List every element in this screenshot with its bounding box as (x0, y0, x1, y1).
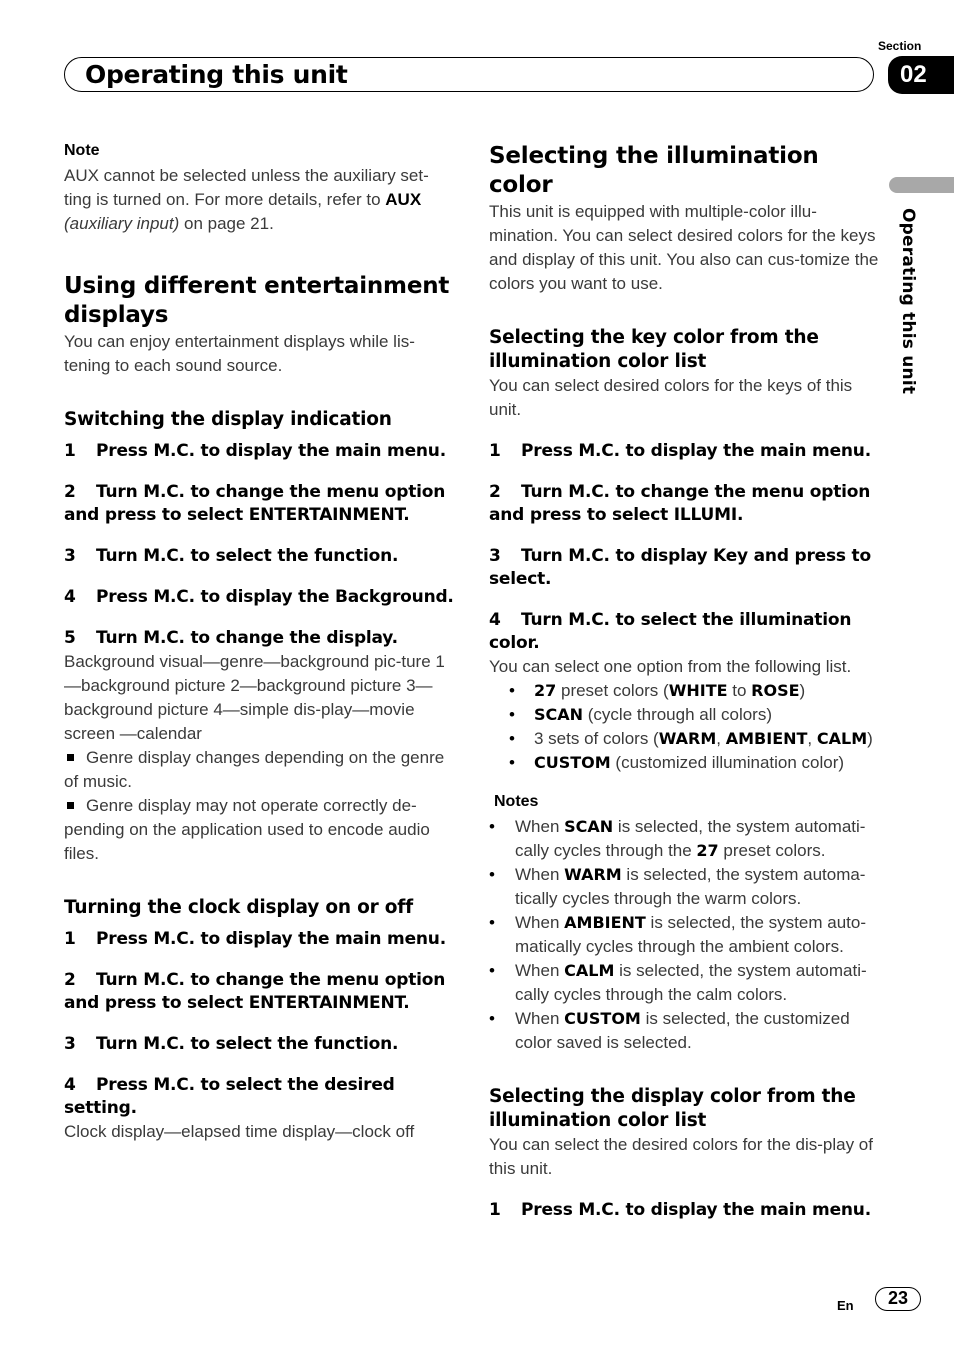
subheading-switching-display: Switching the display indication (64, 409, 392, 430)
key-color-intro: You can select desired colors for the ke… (489, 376, 853, 419)
step-item: 2 Turn M.C. to change the menu option and… (64, 970, 446, 1013)
step-item: 5 Turn M.C. to change the display. (64, 628, 398, 648)
step-item: 3 Turn M.C. to select the function. (64, 546, 399, 566)
subheading-display-color: Selecting the display color from the ill… (489, 1086, 856, 1131)
note-item: When CUSTOM is selected, the customized … (489, 1007, 879, 1055)
note-text: AUX cannot be selected unless the auxili… (64, 166, 429, 233)
step-item: 1 Press M.C. to display the main menu. (489, 441, 871, 461)
page-number: 23 (875, 1287, 921, 1311)
option-item: 3 sets of colors (WARM, AMBIENT, CALM) (509, 727, 879, 751)
notes-heading: Notes (494, 793, 539, 810)
option-item: 27 preset colors (WHITE to ROSE) (509, 679, 879, 703)
display-color-intro: You can select the desired colors for th… (489, 1135, 873, 1178)
step-item: 3 Turn M.C. to display Key and press to s… (489, 546, 871, 589)
right-column: Selecting the illumination color This un… (489, 142, 879, 1222)
note-heading: Note (64, 142, 100, 159)
bullet-note: Genre display may not operate correctly … (64, 796, 430, 863)
step-item: 1 Press M.C. to display the main menu. (64, 929, 446, 949)
section-intro-entertainment: You can enjoy entertainment displays whi… (64, 332, 415, 375)
step-item: 4 Press M.C. to display the Background. (64, 587, 454, 607)
subheading-clock-display: Turning the clock display on or off (64, 897, 413, 918)
section-number-tab: 02 (888, 56, 954, 94)
square-bullet-icon (67, 753, 74, 761)
section-heading-entertainment: Using different entertainment displays (64, 273, 450, 328)
chapter-title: Operating this unit (85, 60, 348, 89)
step-item: 4 Press M.C. to select the desired settin… (64, 1075, 395, 1118)
step-item: 2 Turn M.C. to change the menu option and… (64, 482, 446, 525)
subheading-key-color: Selecting the key color from the illumin… (489, 327, 819, 372)
note-item: When WARM is selected, the system automa… (489, 863, 879, 911)
section-intro-illumination: This unit is equipped with multiple-colo… (489, 202, 879, 293)
note-item: When AMBIENT is selected, the system aut… (489, 911, 879, 959)
options-intro: You can select one option from the follo… (489, 657, 852, 676)
left-column: Note AUX cannot be selected unless the a… (64, 142, 454, 1144)
step-item: 4 Turn M.C. to select the illumination co… (489, 610, 852, 653)
option-item: SCAN (cycle through all colors) (509, 703, 879, 727)
step-item: 1 Press M.C. to display the main menu. (489, 1200, 871, 1220)
square-bullet-icon (67, 801, 74, 809)
bullet-note: Genre display changes depending on the g… (64, 748, 445, 791)
side-tab-label: Operating this unit (898, 208, 918, 395)
option-item: CUSTOM (customized illumination color) (509, 751, 879, 775)
language-label: En (837, 1298, 854, 1313)
section-label: Section (878, 39, 922, 53)
step-item: 2 Turn M.C. to change the menu option and… (489, 482, 871, 525)
note-item: When SCAN is selected, the system automa… (489, 815, 879, 863)
side-tab-marker (889, 177, 954, 193)
step-item: 1 Press M.C. to display the main menu. (64, 441, 446, 461)
notes-list: When SCAN is selected, the system automa… (489, 815, 879, 1055)
note-item: When CALM is selected, the system automa… (489, 959, 879, 1007)
chapter-title-bar: Operating this unit (64, 57, 874, 92)
color-options-list: 27 preset colors (WHITE to ROSE) SCAN (c… (489, 679, 879, 775)
clock-sequence: Clock display—elapsed time display—clock… (64, 1122, 415, 1141)
step-item: 3 Turn M.C. to select the function. (64, 1034, 399, 1054)
display-sequence: Background visual—genre—background pic-t… (64, 652, 445, 743)
note-block: Note AUX cannot be selected unless the a… (64, 142, 454, 236)
section-heading-illumination: Selecting the illumination color (489, 143, 819, 198)
